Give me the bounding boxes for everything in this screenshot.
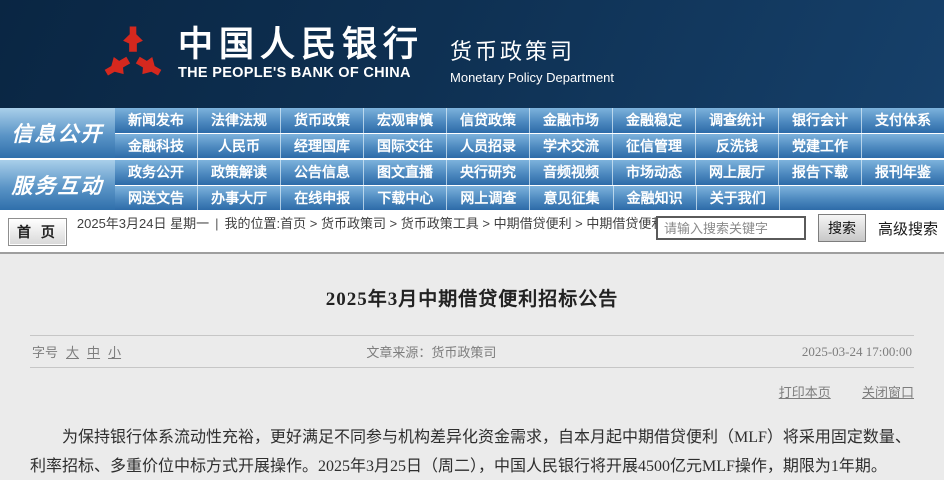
article-body: 为保持银行体系流动性充裕，更好满足不同参与机构差异化资金需求，自本月起中期借贷便… bbox=[30, 423, 914, 480]
search-area: 搜索 高级搜索 bbox=[656, 214, 938, 242]
nav-item[interactable]: 政务公开 bbox=[115, 160, 198, 185]
font-size-medium-link[interactable]: 中 bbox=[87, 345, 100, 360]
font-size-small-link[interactable]: 小 bbox=[108, 345, 121, 360]
department-name-cn: 货币政策司 bbox=[450, 34, 614, 66]
source-value: 货币政策司 bbox=[431, 345, 496, 360]
nav-row: 新闻发布法律法规货币政策宏观审慎信贷政策金融市场金融稳定调查统计银行会计支付体系 bbox=[115, 108, 944, 133]
pboc-logo-icon bbox=[100, 20, 166, 88]
bank-name-cn: 中国人民银行 bbox=[178, 27, 424, 62]
nav-item[interactable]: 金融知识 bbox=[614, 186, 697, 211]
advanced-search-link[interactable]: 高级搜索 bbox=[878, 218, 938, 239]
nav-item[interactable]: 党建工作 bbox=[779, 134, 862, 159]
article-source: 文章来源：货币政策司 bbox=[366, 342, 648, 361]
bank-name-en: THE PEOPLE'S BANK OF CHINA bbox=[178, 65, 424, 81]
current-date: 2025年3月24日 星期一 bbox=[77, 216, 209, 231]
page: 中国人民银行 THE PEOPLE'S BANK OF CHINA 货币政策司 … bbox=[0, 0, 944, 480]
article-title: 2025年3月中期借贷便利招标公告 bbox=[0, 254, 944, 311]
nav-item[interactable]: 在线申报 bbox=[281, 186, 364, 211]
article-content: 2025年3月中期借贷便利招标公告 字号大中小 文章来源：货币政策司 2025-… bbox=[0, 252, 944, 480]
nav-band-services: 服务互动 政务公开政策解读公告信息图文直播央行研究音频视频市场动态网上展厅报告下… bbox=[0, 160, 944, 210]
nav-item[interactable]: 意见征集 bbox=[530, 186, 613, 211]
search-button[interactable]: 搜索 bbox=[818, 214, 866, 242]
breadcrumb: 2025年3月24日 星期一 | 我的位置:首页 > 货币政策司 > 货币政策工具 … bbox=[77, 215, 729, 232]
home-button[interactable]: 首 页 bbox=[8, 218, 67, 246]
article-meta-row: 字号大中小 文章来源：货币政策司 2025-03-24 17:00:00 bbox=[30, 335, 914, 368]
site-header: 中国人民银行 THE PEOPLE'S BANK OF CHINA 货币政策司 … bbox=[0, 0, 944, 108]
nav-item[interactable]: 学术交流 bbox=[530, 134, 613, 159]
nav-item[interactable]: 政策解读 bbox=[198, 160, 281, 185]
nav-item[interactable]: 网送文告 bbox=[115, 186, 198, 211]
nav-rows: 新闻发布法律法规货币政策宏观审慎信贷政策金融市场金融稳定调查统计银行会计支付体系… bbox=[115, 108, 944, 158]
nav-item[interactable]: 反洗钱 bbox=[696, 134, 779, 159]
nav-item[interactable]: 金融市场 bbox=[530, 108, 613, 133]
bank-brand: 中国人民银行 THE PEOPLE'S BANK OF CHINA bbox=[178, 27, 424, 81]
department-title: 货币政策司 Monetary Policy Department bbox=[450, 24, 614, 85]
nav-band-label-information: 信息公开 bbox=[0, 108, 115, 158]
nav-item[interactable]: 支付体系 bbox=[862, 108, 944, 133]
nav-item[interactable]: 宏观审慎 bbox=[364, 108, 447, 133]
nav-item[interactable]: 货币政策 bbox=[281, 108, 364, 133]
search-input[interactable] bbox=[656, 216, 806, 240]
nav-rows: 政务公开政策解读公告信息图文直播央行研究音频视频市场动态网上展厅报告下载报刊年鉴… bbox=[115, 160, 944, 210]
nav-item[interactable]: 经理国库 bbox=[281, 134, 364, 159]
article-actions: 打印本页 关闭窗口 bbox=[30, 382, 914, 401]
nav-item[interactable]: 公告信息 bbox=[281, 160, 364, 185]
nav-item[interactable]: 金融稳定 bbox=[613, 108, 696, 133]
nav-item[interactable]: 征信管理 bbox=[613, 134, 696, 159]
nav-item-empty bbox=[780, 186, 862, 211]
nav-row: 网送文告办事大厅在线申报下载中心网上调查意见征集金融知识关于我们 bbox=[115, 185, 944, 211]
department-name-en: Monetary Policy Department bbox=[450, 70, 614, 85]
nav-item[interactable]: 央行研究 bbox=[447, 160, 530, 185]
nav-band-information: 信息公开 新闻发布法律法规货币政策宏观审慎信贷政策金融市场金融稳定调查统计银行会… bbox=[0, 108, 944, 158]
close-window-link[interactable]: 关闭窗口 bbox=[862, 385, 914, 400]
nav-item[interactable]: 人民币 bbox=[198, 134, 281, 159]
nav-item[interactable]: 音频视频 bbox=[530, 160, 613, 185]
breadcrumb-path[interactable]: 我的位置:首页 > 货币政策司 > 货币政策工具 > 中期借贷便利 > 中期借贷… bbox=[225, 216, 717, 231]
nav-item-empty bbox=[862, 134, 944, 159]
nav-item[interactable]: 关于我们 bbox=[697, 186, 780, 211]
nav-item[interactable]: 网上展厅 bbox=[696, 160, 779, 185]
nav-item[interactable]: 信贷政策 bbox=[447, 108, 530, 133]
nav-item[interactable]: 国际交往 bbox=[364, 134, 447, 159]
nav-item[interactable]: 法律法规 bbox=[198, 108, 281, 133]
nav-item[interactable]: 办事大厅 bbox=[198, 186, 281, 211]
nav-item[interactable]: 人员招录 bbox=[447, 134, 530, 159]
font-size-controls: 字号大中小 bbox=[32, 342, 366, 361]
nav-row: 金融科技人民币经理国库国际交往人员招录学术交流征信管理反洗钱党建工作 bbox=[115, 133, 944, 159]
font-size-label: 字号 bbox=[32, 345, 58, 360]
nav-item[interactable]: 网上调查 bbox=[447, 186, 530, 211]
nav-item[interactable]: 调查统计 bbox=[696, 108, 779, 133]
nav-band-label-services: 服务互动 bbox=[0, 160, 115, 210]
breadcrumb-bar: 首 页 2025年3月24日 星期一 | 我的位置:首页 > 货币政策司 > 货币政… bbox=[0, 210, 944, 252]
nav-item[interactable]: 下载中心 bbox=[364, 186, 447, 211]
article-datetime: 2025-03-24 17:00:00 bbox=[648, 344, 912, 360]
nav-item[interactable]: 报刊年鉴 bbox=[862, 160, 944, 185]
nav-item-empty bbox=[862, 186, 944, 211]
nav-item[interactable]: 金融科技 bbox=[115, 134, 198, 159]
nav-row: 政务公开政策解读公告信息图文直播央行研究音频视频市场动态网上展厅报告下载报刊年鉴 bbox=[115, 160, 944, 185]
font-size-large-link[interactable]: 大 bbox=[66, 345, 79, 360]
breadcrumb-separator: | bbox=[215, 216, 218, 231]
nav-item[interactable]: 图文直播 bbox=[364, 160, 447, 185]
nav-item[interactable]: 银行会计 bbox=[779, 108, 862, 133]
nav-item[interactable]: 新闻发布 bbox=[115, 108, 198, 133]
nav-item[interactable]: 报告下载 bbox=[779, 160, 862, 185]
nav-item[interactable]: 市场动态 bbox=[613, 160, 696, 185]
print-page-link[interactable]: 打印本页 bbox=[779, 385, 831, 400]
source-label: 文章来源： bbox=[366, 345, 431, 360]
